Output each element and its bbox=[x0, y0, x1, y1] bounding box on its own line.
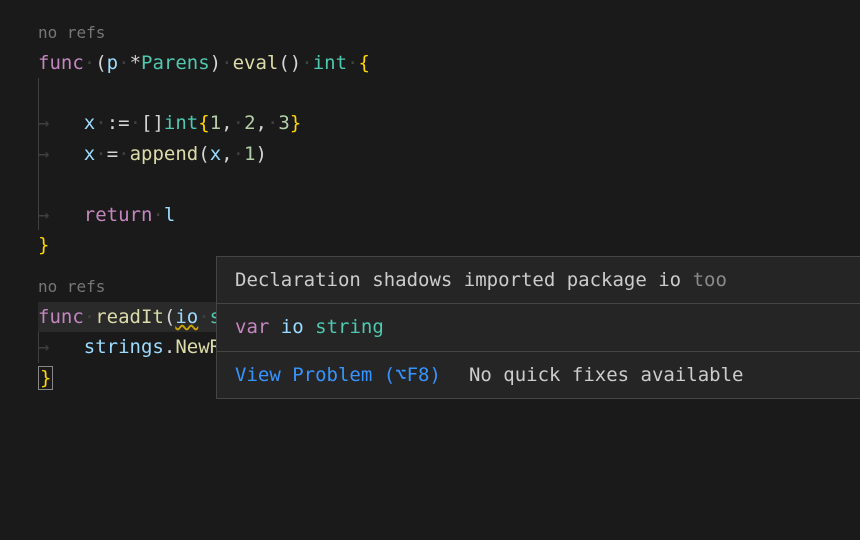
hover-message-row: Declaration shadows imported package io … bbox=[217, 257, 860, 303]
number-literal: 2 bbox=[244, 112, 255, 134]
indent-guide bbox=[38, 200, 39, 230]
brace-open: { bbox=[198, 112, 209, 134]
whitespace-dot: · bbox=[118, 143, 129, 165]
whitespace-arrow: → bbox=[38, 204, 49, 226]
whitespace-dot: · bbox=[221, 52, 232, 74]
whitespace-arrow: → bbox=[38, 336, 49, 358]
return-type: int bbox=[313, 52, 347, 74]
diagnostic-source: too bbox=[693, 269, 727, 291]
diagnostic-message: Declaration shadows imported package io bbox=[235, 269, 681, 291]
code-line[interactable] bbox=[38, 78, 860, 108]
indent-guide bbox=[38, 108, 39, 138]
paren-open: ( bbox=[95, 52, 106, 74]
slice-type: int bbox=[164, 112, 198, 134]
hover-tooltip: Declaration shadows imported package io … bbox=[216, 256, 860, 399]
paren-close: ) bbox=[290, 52, 301, 74]
paren-close: ) bbox=[256, 143, 267, 165]
receiver-type: Parens bbox=[141, 52, 210, 74]
view-problem-shortcut: (⌥F8) bbox=[384, 364, 441, 386]
whitespace-dot: · bbox=[347, 52, 358, 74]
assign-op: = bbox=[107, 143, 118, 165]
codelens-no-refs[interactable]: no refs bbox=[38, 20, 860, 46]
brace-close: } bbox=[38, 234, 49, 256]
no-quick-fix-label: No quick fixes available bbox=[469, 360, 744, 390]
arg-x: x bbox=[210, 143, 221, 165]
whitespace-dot: · bbox=[84, 306, 95, 328]
append-fn: append bbox=[130, 143, 199, 165]
whitespace-dot: · bbox=[118, 52, 129, 74]
number-literal: 1 bbox=[244, 143, 255, 165]
receiver-name: p bbox=[107, 52, 118, 74]
brace-close-cursor: } bbox=[38, 366, 53, 390]
dot-op: . bbox=[164, 336, 175, 358]
keyword-func: func bbox=[38, 306, 84, 328]
keyword-func: func bbox=[38, 52, 84, 74]
brace-close: } bbox=[290, 112, 301, 134]
whitespace-dot: · bbox=[233, 112, 244, 134]
pkg-strings: strings bbox=[84, 336, 164, 358]
indent-guide bbox=[38, 139, 39, 169]
var-x: x bbox=[84, 112, 95, 134]
code-line[interactable]: func·(p·*Parens)·eval()·int·{ bbox=[38, 48, 860, 78]
whitespace-dot: · bbox=[152, 204, 163, 226]
code-line[interactable]: → return·l bbox=[38, 200, 860, 230]
method-name: eval bbox=[233, 52, 279, 74]
indent-guide bbox=[38, 332, 39, 362]
view-problem-link[interactable]: View Problem (⌥F8) bbox=[235, 360, 441, 390]
whitespace-arrow: → bbox=[38, 112, 49, 134]
whitespace-dot: · bbox=[130, 112, 141, 134]
number-literal: 3 bbox=[278, 112, 289, 134]
whitespace-dot: · bbox=[301, 52, 312, 74]
brace-open: { bbox=[358, 52, 369, 74]
return-expr: l bbox=[164, 204, 175, 226]
comma: , bbox=[221, 143, 232, 165]
short-decl-op: := bbox=[107, 112, 130, 134]
indent-guide bbox=[38, 169, 39, 199]
hover-var-keyword: var bbox=[235, 316, 269, 338]
comma: , bbox=[221, 112, 232, 134]
param-io-warning: io bbox=[175, 306, 198, 328]
slice-bracket: [] bbox=[141, 112, 164, 134]
view-problem-label: View Problem bbox=[235, 364, 372, 386]
hover-declaration-row: var io string bbox=[217, 303, 860, 350]
func-name: readIt bbox=[95, 306, 164, 328]
whitespace-arrow: → bbox=[38, 143, 49, 165]
star-op: * bbox=[130, 52, 141, 74]
number-literal: 1 bbox=[210, 112, 221, 134]
whitespace-dot: · bbox=[198, 306, 209, 328]
hover-var-type: string bbox=[315, 316, 384, 338]
whitespace-dot: · bbox=[267, 112, 278, 134]
paren-open: ( bbox=[278, 52, 289, 74]
hover-var-name: io bbox=[281, 316, 304, 338]
whitespace-dot: · bbox=[95, 143, 106, 165]
paren-open: ( bbox=[164, 306, 175, 328]
code-line[interactable]: → x·:=·[]int{1,·2,·3} bbox=[38, 108, 860, 138]
whitespace-dot: · bbox=[95, 112, 106, 134]
comma: , bbox=[256, 112, 267, 134]
hover-actions-row: View Problem (⌥F8) No quick fixes availa… bbox=[217, 351, 860, 398]
whitespace-dot: · bbox=[233, 143, 244, 165]
code-line[interactable]: → x·=·append(x,·1) bbox=[38, 139, 860, 169]
paren-open: ( bbox=[198, 143, 209, 165]
var-x: x bbox=[84, 143, 95, 165]
indent-guide bbox=[38, 78, 39, 108]
keyword-return: return bbox=[84, 204, 153, 226]
code-line[interactable] bbox=[38, 169, 860, 199]
paren-close: ) bbox=[210, 52, 221, 74]
whitespace-dot: · bbox=[84, 52, 95, 74]
